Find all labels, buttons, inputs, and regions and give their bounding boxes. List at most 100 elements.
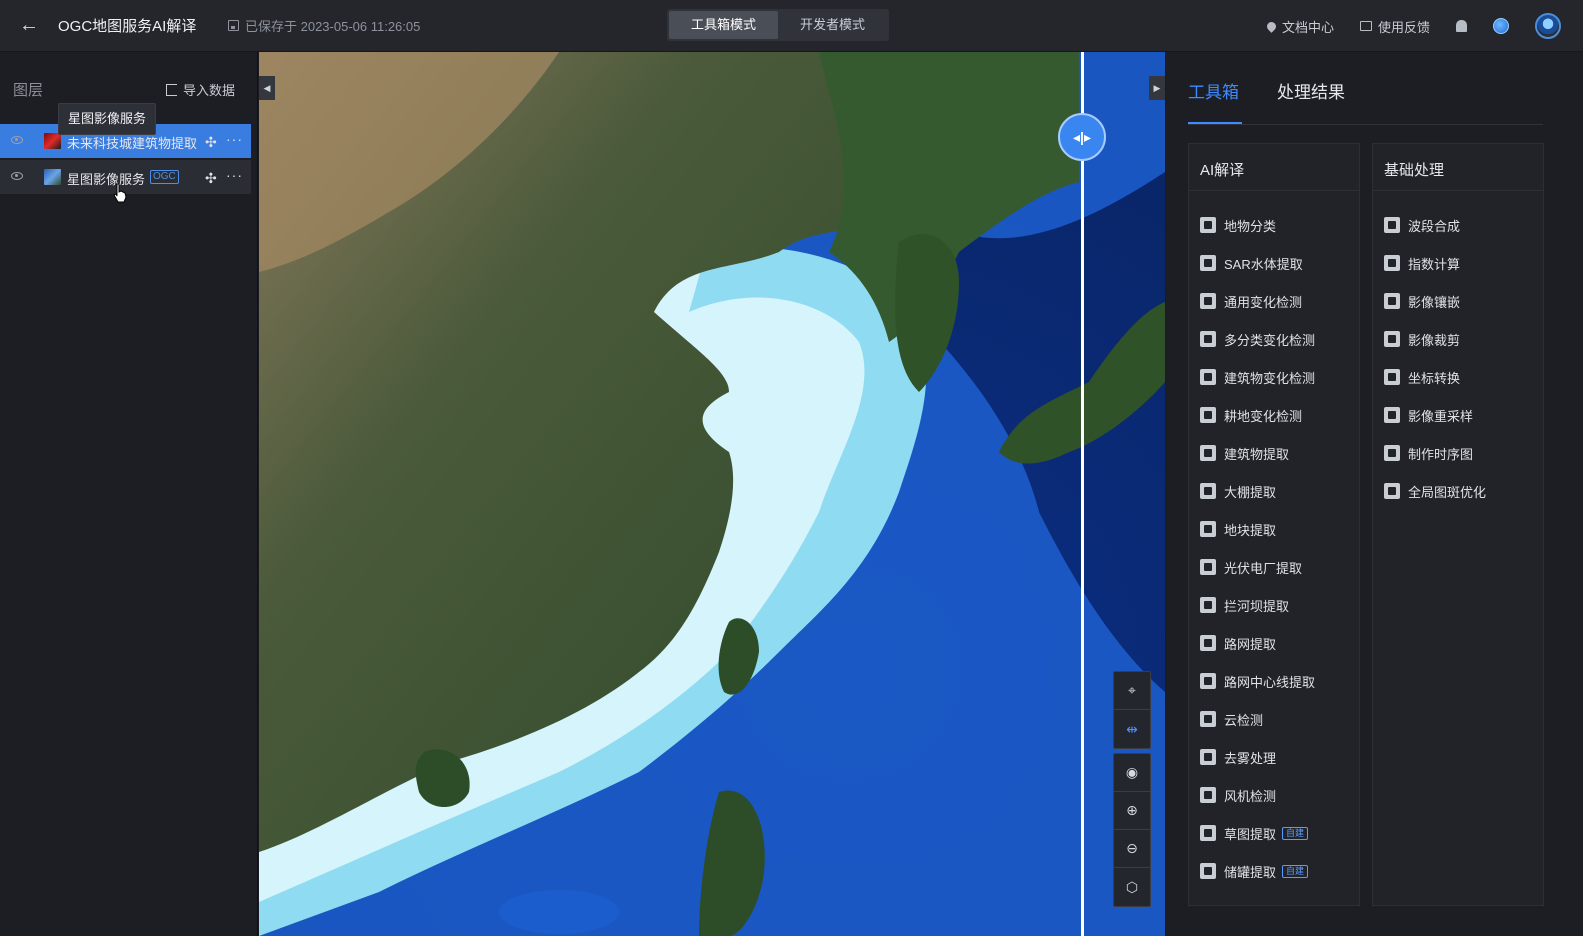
hand-cursor-icon	[113, 183, 127, 203]
basic-tool-item[interactable]: 坐标转换	[1384, 365, 1460, 389]
panel-divider	[1373, 190, 1543, 191]
layer-tooltip: 星图影像服务	[58, 103, 157, 135]
tool-label: 地物分类	[1224, 218, 1277, 234]
ai-tool-item[interactable]: SAR水体提取	[1200, 251, 1303, 275]
feedback-icon	[1359, 21, 1372, 31]
import-data-button[interactable]: 导入数据	[165, 80, 235, 99]
map-toolbar: ⌖ ⇹ ◉ ⊕ ⊖ ⬡	[1113, 671, 1151, 915]
tool-icon	[1384, 217, 1400, 233]
ogc-tag: OGC	[150, 170, 179, 184]
earth-button[interactable]	[1493, 18, 1509, 34]
tool-icon	[1200, 483, 1216, 499]
basic-panel-title: 基础处理	[1384, 162, 1445, 179]
avatar	[1535, 13, 1561, 39]
toolbox-mode-button[interactable]: 工具箱模式	[669, 11, 779, 39]
tool-label: 云检测	[1224, 712, 1264, 728]
basic-tool-item[interactable]: 全局图斑优化	[1384, 479, 1486, 503]
top-bar: ← OGC地图服务AI解译 已保存于 2023-05-06 11:26:05 工…	[0, 0, 1583, 52]
zoom-out-icon[interactable]: ⊖	[1114, 830, 1150, 868]
tool-label: 通用变化检测	[1224, 294, 1303, 310]
bell-icon	[1456, 20, 1467, 32]
ai-tool-item[interactable]: 储罐提取 自建	[1200, 859, 1309, 883]
collapse-right-panel-button[interactable]: ▶	[1149, 76, 1165, 100]
globe-view-icon[interactable]: ◉	[1114, 754, 1150, 792]
tab-results[interactable]: 处理结果	[1277, 78, 1345, 103]
tool-icon	[1200, 673, 1216, 689]
panel-divider	[1189, 190, 1359, 191]
tool-icon	[1200, 521, 1216, 537]
ai-tool-item[interactable]: 拦河坝提取	[1200, 593, 1289, 617]
notification-button[interactable]	[1456, 20, 1467, 32]
tool-icon	[1384, 369, 1400, 385]
ai-tool-item[interactable]: 光伏电厂提取	[1200, 555, 1302, 579]
map-tool-group-1: ⌖ ⇹	[1113, 671, 1151, 749]
ai-tool-item[interactable]: 建筑物变化检测	[1200, 365, 1315, 389]
map-viewport[interactable]: ◀ ▶ ◂|▸ ⌖ ⇹ ◉ ⊕ ⊖ ⬡	[259, 52, 1165, 936]
ai-tool-item[interactable]: 草图提取 自建	[1200, 821, 1309, 845]
more-options-icon[interactable]: ···	[226, 131, 243, 147]
split-compare-icon[interactable]: ⇹	[1114, 710, 1150, 748]
visibility-eye-icon[interactable]	[11, 136, 23, 144]
ai-tool-item[interactable]: 云检测	[1200, 707, 1263, 731]
basic-tool-item[interactable]: 影像裁剪	[1384, 327, 1460, 351]
3d-view-icon[interactable]: ⬡	[1114, 868, 1150, 906]
basic-tool-item[interactable]: 影像重采样	[1384, 403, 1473, 427]
basic-tool-item[interactable]: 波段合成	[1384, 213, 1460, 237]
tool-icon	[1200, 407, 1216, 423]
tool-icon	[1384, 407, 1400, 423]
tool-label: 全局图斑优化	[1408, 484, 1487, 500]
tool-label: 草图提取	[1224, 826, 1277, 842]
tool-label: 制作时序图	[1408, 446, 1474, 462]
ai-tool-item[interactable]: 路网中心线提取	[1200, 669, 1315, 693]
ai-tool-item[interactable]: 去雾处理	[1200, 745, 1276, 769]
feedback-link[interactable]: 使用反馈	[1359, 17, 1430, 36]
ai-tool-item[interactable]: 建筑物提取	[1200, 441, 1289, 465]
ai-tool-item[interactable]: 风机检测	[1200, 783, 1276, 807]
move-handle-icon[interactable]: ✣	[205, 170, 217, 187]
tool-label: 影像裁剪	[1408, 332, 1461, 348]
layer-name: 星图影像服务	[67, 172, 146, 187]
tool-icon	[1200, 217, 1216, 233]
ai-tool-item[interactable]: 大棚提取	[1200, 479, 1276, 503]
user-avatar-button[interactable]	[1535, 13, 1561, 39]
tool-icon	[1200, 787, 1216, 803]
layer-thumbnail	[44, 169, 61, 185]
save-status: 已保存于 2023-05-06 11:26:05	[228, 16, 420, 35]
split-divider[interactable]	[1081, 52, 1084, 936]
feedback-link-label: 使用反馈	[1377, 19, 1430, 35]
tool-icon	[1384, 293, 1400, 309]
ai-tool-item[interactable]: 路网提取	[1200, 631, 1276, 655]
tool-icon	[1200, 711, 1216, 727]
basic-tool-item[interactable]: 影像镶嵌	[1384, 289, 1460, 313]
tool-icon	[1200, 597, 1216, 613]
tool-label: 波段合成	[1408, 218, 1461, 234]
collapse-left-panel-button[interactable]: ◀	[259, 76, 275, 100]
tool-label: 路网中心线提取	[1224, 674, 1316, 690]
select-tool-icon[interactable]: ⌖	[1114, 672, 1150, 710]
basic-tool-item[interactable]: 制作时序图	[1384, 441, 1473, 465]
basic-tool-item[interactable]: 指数计算	[1384, 251, 1460, 275]
satellite-map-image	[259, 52, 1165, 936]
move-handle-icon[interactable]: ✣	[205, 134, 217, 151]
ai-panel-title: AI解译	[1200, 162, 1245, 179]
tool-label: 光伏电厂提取	[1224, 560, 1303, 576]
ai-tool-item[interactable]: 地物分类	[1200, 213, 1276, 237]
tool-label: 地块提取	[1224, 522, 1277, 538]
ai-tool-item[interactable]: 多分类变化检测	[1200, 327, 1315, 351]
split-handle[interactable]: ◂|▸	[1058, 113, 1106, 161]
import-icon	[165, 83, 177, 96]
ai-tool-item[interactable]: 耕地变化检测	[1200, 403, 1302, 427]
tool-label: 耕地变化检测	[1224, 408, 1303, 424]
ai-tool-item[interactable]: 地块提取	[1200, 517, 1276, 541]
app-title: OGC地图服务AI解译	[58, 18, 197, 35]
tool-label: 拦河坝提取	[1224, 598, 1290, 614]
ai-tool-item[interactable]: 通用变化检测	[1200, 289, 1302, 313]
back-arrow-icon[interactable]: ←	[18, 14, 40, 36]
tab-toolbox[interactable]: 工具箱	[1188, 78, 1239, 103]
zoom-in-icon[interactable]: ⊕	[1114, 792, 1150, 830]
more-options-icon[interactable]: ···	[226, 167, 243, 183]
tool-label: 路网提取	[1224, 636, 1277, 652]
docs-link[interactable]: 文档中心	[1265, 17, 1334, 36]
visibility-eye-icon[interactable]	[11, 172, 23, 180]
developer-mode-button[interactable]: 开发者模式	[778, 11, 887, 39]
